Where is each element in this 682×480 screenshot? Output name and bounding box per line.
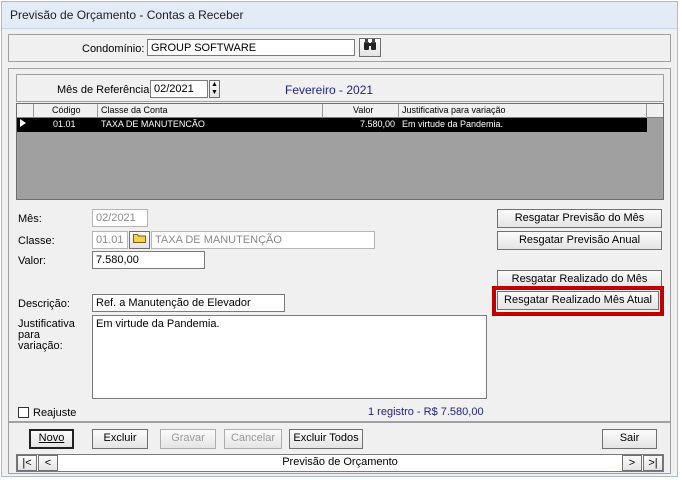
- classe-name-field[interactable]: TAXA DE MANUTENÇÃO: [151, 231, 375, 249]
- grid-header-justificativa[interactable]: Justificativa para variação: [399, 104, 647, 118]
- grid[interactable]: Código Classe da Conta Valor Justificati…: [16, 103, 664, 200]
- table-row[interactable]: 01.01 TAXA DE MANUTENCÃO 7.580,00 Em vir…: [17, 118, 647, 132]
- mes-label: Mês:: [18, 213, 42, 225]
- grid-header-classe[interactable]: Classe da Conta: [98, 104, 323, 118]
- spin-down-icon[interactable]: ▼: [210, 89, 219, 97]
- status-text: 1 registro - R$ 7.580,00: [368, 406, 484, 418]
- justificativa-label: Justificativa para variação:: [18, 318, 75, 352]
- descricao-label: Descrição:: [18, 298, 70, 310]
- cell-justificativa: Em virtude da Pandemia.: [402, 119, 504, 129]
- window-title: Previsão de Orçamento - Contas a Receber: [10, 8, 244, 22]
- main-window: Previsão de Orçamento - Contas a Receber…: [1, 1, 678, 477]
- cell-classe: TAXA DE MANUTENCÃO: [101, 119, 205, 129]
- novo-button[interactable]: Novo: [29, 429, 74, 449]
- resgatar-realizado-mes-atual-button[interactable]: Resgatar Realizado Mês Atual: [497, 291, 659, 310]
- cell-codigo: 01.01: [53, 119, 76, 129]
- reajuste-checkbox[interactable]: [18, 407, 29, 418]
- nav-caption: Previsão de Orçamento: [282, 456, 398, 468]
- grid-indicator-header: [17, 104, 34, 118]
- binoculars-icon: [363, 39, 377, 54]
- content-panel: Mês de Referência: 02/2021 ▲ ▼ Fevereiro…: [8, 68, 671, 422]
- grid-header: Código Classe da Conta Valor Justificati…: [17, 104, 663, 118]
- valor-field[interactable]: 7.580,00: [92, 251, 205, 269]
- nav-last-button[interactable]: >|: [643, 455, 663, 471]
- mes-field[interactable]: 02/2021: [92, 209, 148, 227]
- referencia-spinner[interactable]: ▲ ▼: [209, 80, 220, 98]
- condominio-search-button[interactable]: [359, 38, 381, 57]
- gravar-button[interactable]: Gravar: [160, 429, 216, 449]
- spin-up-icon[interactable]: ▲: [210, 81, 219, 89]
- title-bar: Previsão de Orçamento - Contas a Receber: [2, 2, 677, 29]
- condominio-field[interactable]: GROUP SOFTWARE: [147, 39, 355, 56]
- toolbar-panel: Novo Excluir Gravar Cancelar Excluir Tod…: [8, 422, 671, 474]
- valor-label: Valor:: [18, 255, 46, 267]
- classe-code-field[interactable]: 01.01: [92, 231, 128, 249]
- excluir-todos-button[interactable]: Excluir Todos: [289, 429, 363, 449]
- sair-button[interactable]: Sair: [602, 429, 657, 449]
- nav-first-button[interactable]: |<: [17, 455, 37, 471]
- resgatar-previsao-anual-button[interactable]: Resgatar Previsão Anual: [497, 231, 662, 250]
- condominio-panel: Condomínio: GROUP SOFTWARE: [8, 34, 671, 62]
- excluir-button[interactable]: Excluir: [92, 429, 148, 449]
- folder-icon: [133, 234, 146, 246]
- nav-prev-button[interactable]: <: [38, 455, 58, 471]
- classe-label: Classe:: [18, 235, 55, 247]
- grid-header-codigo[interactable]: Código: [34, 104, 98, 118]
- condominio-label: Condomínio:: [82, 43, 145, 55]
- referencia-field[interactable]: 02/2021: [150, 80, 208, 98]
- descricao-field[interactable]: Ref. a Manutenção de Elevador: [92, 294, 285, 312]
- record-navigator: |< < Previsão de Orçamento > >|: [16, 454, 664, 472]
- cancelar-button[interactable]: Cancelar: [224, 429, 282, 449]
- referencia-panel: Mês de Referência: 02/2021 ▲ ▼ Fevereiro…: [16, 74, 664, 102]
- nav-next-button[interactable]: >: [622, 455, 642, 471]
- row-indicator-icon: [20, 118, 32, 132]
- grid-header-valor[interactable]: Valor: [323, 104, 399, 118]
- referencia-month-text: Fevereiro - 2021: [285, 83, 374, 97]
- reajuste-label: Reajuste: [33, 407, 77, 419]
- justificativa-textarea[interactable]: Em virtude da Pandemia.: [92, 315, 487, 399]
- cell-valor: 7.580,00: [359, 119, 395, 129]
- referencia-label: Mês de Referência:: [57, 84, 153, 96]
- classe-folder-button[interactable]: [129, 231, 150, 249]
- resgatar-previsao-mes-button[interactable]: Resgatar Previsão do Mês: [497, 209, 662, 228]
